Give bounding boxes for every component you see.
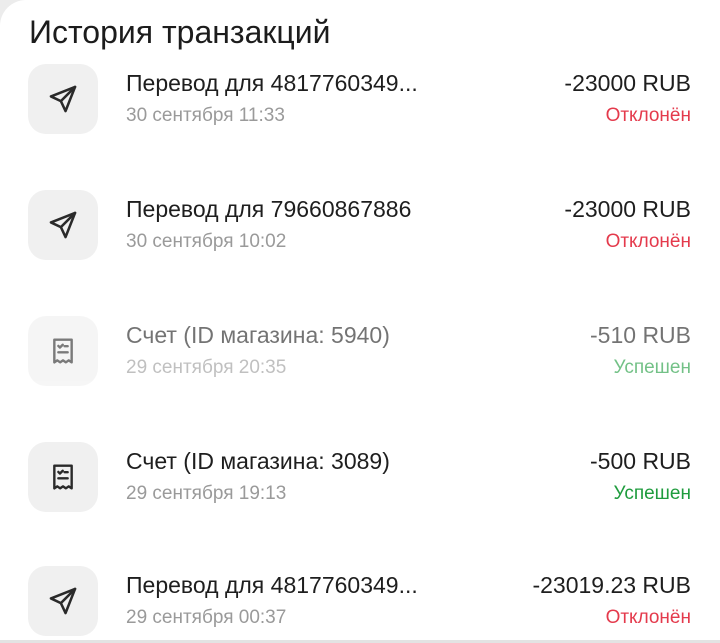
transaction-amount: -23000 RUB	[564, 196, 691, 222]
status-badge: Отклонён	[605, 231, 691, 252]
transaction-history-panel: История транзакций Перевод для 481776034…	[0, 0, 720, 643]
transaction-amount: -23000 RUB	[564, 70, 691, 96]
transaction-item[interactable]: Счет (ID магазина: 3089) 29 сентября 19:…	[0, 442, 720, 522]
transaction-title: Перевод для 4817760349...	[126, 572, 418, 598]
transaction-date: 30 сентября 11:33	[126, 105, 285, 126]
transaction-date: 29 сентября 00:37	[126, 607, 287, 628]
status-badge: Успешен	[613, 357, 691, 378]
transaction-amount: -510 RUB	[590, 322, 691, 348]
transaction-item[interactable]: Перевод для 4817760349... 29 сентября 00…	[0, 566, 720, 643]
transaction-title: Счет (ID магазина: 3089)	[126, 448, 390, 474]
page-title: История транзакций	[29, 14, 331, 50]
transaction-item[interactable]: Перевод для 79660867886 30 сентября 10:0…	[0, 190, 720, 270]
receipt-icon	[28, 316, 98, 386]
transaction-title: Перевод для 79660867886	[126, 196, 412, 222]
status-badge: Отклонён	[605, 105, 691, 126]
transaction-amount: -500 RUB	[590, 448, 691, 474]
status-badge: Отклонён	[605, 607, 691, 628]
send-icon	[28, 566, 98, 636]
transaction-item[interactable]: Счет (ID магазина: 5940) 29 сентября 20:…	[0, 316, 720, 396]
transaction-amount: -23019.23 RUB	[532, 572, 691, 598]
transaction-title: Перевод для 4817760349...	[126, 70, 418, 96]
transaction-date: 30 сентября 10:02	[126, 231, 287, 252]
status-badge: Успешен	[613, 483, 691, 504]
transaction-date: 29 сентября 19:13	[126, 483, 287, 504]
transaction-item[interactable]: Перевод для 4817760349... 30 сентября 11…	[0, 64, 720, 144]
transaction-date: 29 сентября 20:35	[126, 357, 287, 378]
send-icon	[28, 190, 98, 260]
transaction-title: Счет (ID магазина: 5940)	[126, 322, 390, 348]
receipt-icon	[28, 442, 98, 512]
send-icon	[28, 64, 98, 134]
